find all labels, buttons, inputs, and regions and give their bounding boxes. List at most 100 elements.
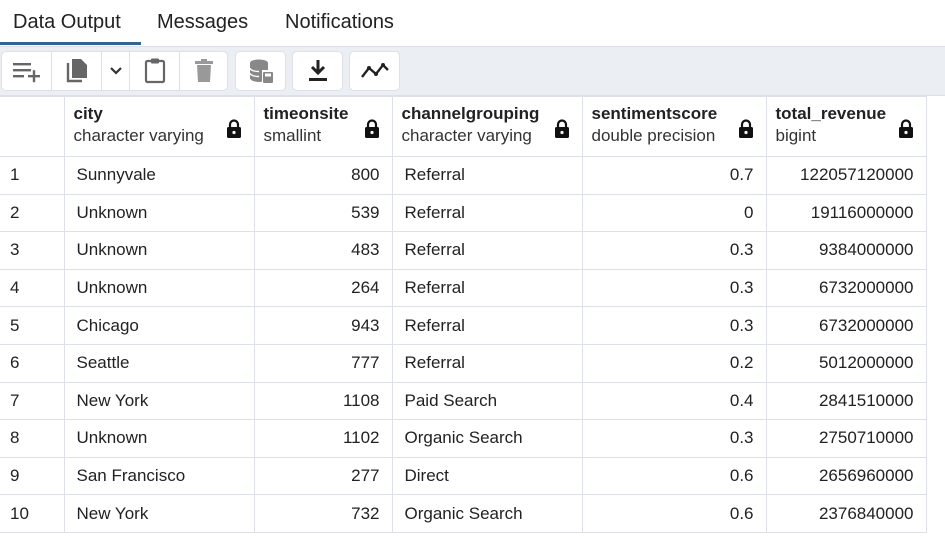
row-number[interactable]: 10 bbox=[0, 494, 65, 533]
cell-city[interactable]: Unknown bbox=[63, 193, 255, 233]
cell-city[interactable]: New York bbox=[63, 494, 255, 533]
cell-city[interactable]: Sunnyvale bbox=[63, 156, 255, 195]
row-number[interactable]: 8 bbox=[0, 419, 65, 458]
delete-button[interactable] bbox=[180, 52, 227, 90]
row-number[interactable]: 3 bbox=[0, 231, 65, 270]
cell-sentimentscore[interactable]: 0.6 bbox=[581, 494, 767, 533]
lock-icon bbox=[898, 119, 913, 138]
tab-data-output[interactable]: Data Output bbox=[0, 0, 141, 46]
cell-total-revenue[interactable]: 2376840000 bbox=[765, 494, 927, 533]
row-number[interactable]: 9 bbox=[0, 456, 65, 496]
tab-notifications[interactable]: Notifications bbox=[285, 0, 394, 46]
table-row[interactable]: 8 Unknown 1102 Organic Search 0.3 275071… bbox=[0, 419, 927, 458]
cell-city[interactable]: New York bbox=[63, 381, 255, 421]
delete-icon bbox=[194, 59, 213, 82]
column-header-city[interactable]: city character varying bbox=[63, 96, 255, 157]
paste-button[interactable] bbox=[130, 52, 180, 90]
cell-city[interactable]: Chicago bbox=[63, 306, 255, 345]
column-header-channelgrouping[interactable]: channelgrouping character varying bbox=[391, 96, 583, 157]
table-row[interactable]: 6 Seattle 777 Referral 0.2 5012000000 bbox=[0, 343, 927, 383]
cell-sentimentscore[interactable]: 0.3 bbox=[581, 268, 767, 308]
table-row[interactable]: 5 Chicago 943 Referral 0.3 6732000000 bbox=[0, 306, 927, 345]
save-data-button[interactable] bbox=[235, 51, 286, 91]
table-row[interactable]: 7 New York 1108 Paid Search 0.4 28415100… bbox=[0, 381, 927, 421]
cell-channelgrouping[interactable]: Referral bbox=[391, 156, 583, 195]
cell-channelgrouping[interactable]: Organic Search bbox=[391, 494, 583, 533]
table-row[interactable]: 4 Unknown 264 Referral 0.3 6732000000 bbox=[0, 268, 927, 308]
row-number[interactable]: 7 bbox=[0, 381, 65, 421]
cell-total-revenue[interactable]: 5012000000 bbox=[765, 343, 927, 383]
cell-timeonsite[interactable]: 732 bbox=[253, 494, 393, 533]
cell-total-revenue[interactable]: 6732000000 bbox=[765, 268, 927, 308]
cell-channelgrouping[interactable]: Direct bbox=[391, 456, 583, 496]
cell-timeonsite[interactable]: 1108 bbox=[253, 381, 393, 421]
cell-timeonsite[interactable]: 800 bbox=[253, 156, 393, 195]
row-number[interactable]: 1 bbox=[0, 156, 65, 195]
cell-timeonsite[interactable]: 483 bbox=[253, 231, 393, 270]
cell-timeonsite[interactable]: 943 bbox=[253, 306, 393, 345]
table-row[interactable]: 2 Unknown 539 Referral 0 19116000000 bbox=[0, 193, 927, 233]
column-header-total-revenue[interactable]: total_revenue bigint bbox=[765, 96, 927, 157]
row-number[interactable]: 5 bbox=[0, 306, 65, 345]
data-output-toolbar bbox=[0, 46, 945, 96]
cell-city[interactable]: San Francisco bbox=[63, 456, 255, 496]
table-row[interactable]: 1 Sunnyvale 800 Referral 0.7 12205712000… bbox=[0, 156, 927, 195]
cell-city[interactable]: Unknown bbox=[63, 419, 255, 458]
cell-channelgrouping[interactable]: Paid Search bbox=[391, 381, 583, 421]
column-header-timeonsite[interactable]: timeonsite smallint bbox=[253, 96, 393, 157]
cell-city[interactable]: Unknown bbox=[63, 231, 255, 270]
add-row-icon bbox=[12, 63, 40, 83]
paste-icon bbox=[144, 58, 165, 84]
graph-icon bbox=[360, 63, 389, 78]
data-grid: city character varying timeonsite smalli… bbox=[0, 96, 927, 533]
row-number[interactable]: 4 bbox=[0, 268, 65, 308]
table-row[interactable]: 10 New York 732 Organic Search 0.6 23768… bbox=[0, 494, 927, 533]
column-header-sentimentscore[interactable]: sentimentscore double precision bbox=[581, 96, 767, 157]
row-number[interactable]: 6 bbox=[0, 343, 65, 383]
cell-channelgrouping[interactable]: Referral bbox=[391, 193, 583, 233]
table-row[interactable]: 9 San Francisco 277 Direct 0.6 265696000… bbox=[0, 456, 927, 496]
graph-visualiser-button[interactable] bbox=[349, 51, 400, 91]
cell-sentimentscore[interactable]: 0.4 bbox=[581, 381, 767, 421]
cell-timeonsite[interactable]: 777 bbox=[253, 343, 393, 383]
cell-total-revenue[interactable]: 9384000000 bbox=[765, 231, 927, 270]
cell-channelgrouping[interactable]: Referral bbox=[391, 268, 583, 308]
cell-sentimentscore[interactable]: 0 bbox=[581, 193, 767, 233]
copy-button[interactable] bbox=[52, 52, 102, 90]
row-number[interactable]: 2 bbox=[0, 193, 65, 233]
cell-channelgrouping[interactable]: Referral bbox=[391, 231, 583, 270]
cell-city[interactable]: Seattle bbox=[63, 343, 255, 383]
cell-sentimentscore[interactable]: 0.3 bbox=[581, 306, 767, 345]
cell-channelgrouping[interactable]: Organic Search bbox=[391, 419, 583, 458]
download-icon bbox=[308, 60, 327, 81]
results-table: city character varying timeonsite smalli… bbox=[0, 96, 927, 533]
cell-sentimentscore[interactable]: 0.3 bbox=[581, 231, 767, 270]
cell-channelgrouping[interactable]: Referral bbox=[391, 306, 583, 345]
cell-total-revenue[interactable]: 6732000000 bbox=[765, 306, 927, 345]
tab-messages[interactable]: Messages bbox=[157, 0, 248, 46]
download-button[interactable] bbox=[292, 51, 343, 91]
cell-sentimentscore[interactable]: 0.3 bbox=[581, 419, 767, 458]
lock-icon bbox=[364, 119, 379, 138]
cell-total-revenue[interactable]: 2656960000 bbox=[765, 456, 927, 496]
copy-options-dropdown[interactable] bbox=[102, 52, 130, 90]
cell-total-revenue[interactable]: 2750710000 bbox=[765, 419, 927, 458]
cell-sentimentscore[interactable]: 0.6 bbox=[581, 456, 767, 496]
table-row[interactable]: 3 Unknown 483 Referral 0.3 9384000000 bbox=[0, 231, 927, 270]
cell-total-revenue[interactable]: 19116000000 bbox=[765, 193, 927, 233]
add-row-button[interactable] bbox=[2, 52, 52, 90]
header-row: city character varying timeonsite smalli… bbox=[0, 96, 927, 157]
cell-timeonsite[interactable]: 264 bbox=[253, 268, 393, 308]
cell-timeonsite[interactable]: 539 bbox=[253, 193, 393, 233]
chevron-down-icon bbox=[109, 67, 122, 75]
cell-total-revenue[interactable]: 2841510000 bbox=[765, 381, 927, 421]
cell-channelgrouping[interactable]: Referral bbox=[391, 343, 583, 383]
cell-timeonsite[interactable]: 1102 bbox=[253, 419, 393, 458]
cell-total-revenue[interactable]: 122057120000 bbox=[765, 156, 927, 195]
cell-city[interactable]: Unknown bbox=[63, 268, 255, 308]
cell-timeonsite[interactable]: 277 bbox=[253, 456, 393, 496]
row-number-header[interactable] bbox=[0, 96, 65, 157]
row-actions-group bbox=[1, 51, 228, 91]
cell-sentimentscore[interactable]: 0.2 bbox=[581, 343, 767, 383]
cell-sentimentscore[interactable]: 0.7 bbox=[581, 156, 767, 195]
